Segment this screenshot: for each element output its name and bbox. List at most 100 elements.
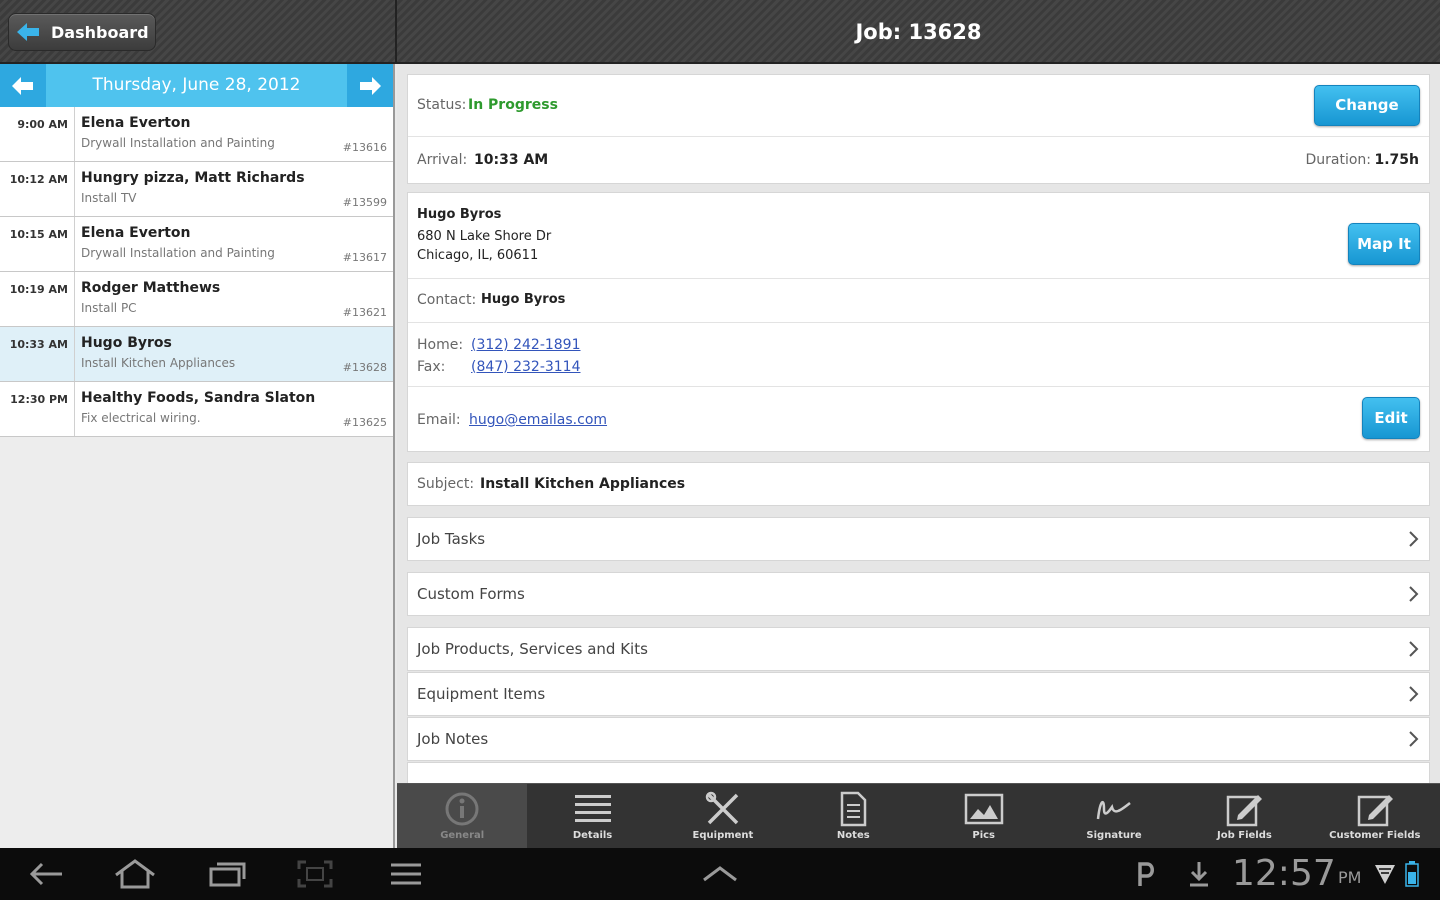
email-label: Email: bbox=[417, 412, 461, 428]
appointment-item[interactable]: 10:19 AM Rodger Matthews Install PC #136… bbox=[0, 272, 393, 327]
appointment-item[interactable]: 12:30 PM Healthy Foods, Sandra Slaton Fi… bbox=[0, 382, 393, 437]
job-products-row[interactable]: Job Products, Services and Kits bbox=[407, 627, 1430, 671]
appointment-number: #13625 bbox=[342, 416, 387, 429]
home-button[interactable] bbox=[110, 856, 160, 892]
contact-row: Contact: Hugo Byros bbox=[408, 279, 1429, 323]
appointment-customer: Hungry pizza, Matt Richards bbox=[81, 170, 305, 186]
appointment-item-selected[interactable]: 10:33 AM Hugo Byros Install Kitchen Appl… bbox=[0, 327, 393, 382]
tab-job-fields-label: Job Fields bbox=[1217, 830, 1272, 841]
appointment-info: Elena Everton Drywall Installation and P… bbox=[75, 217, 393, 271]
tab-general[interactable]: General bbox=[397, 784, 528, 848]
appointment-time: 10:33 AM bbox=[0, 327, 75, 381]
home-icon bbox=[115, 859, 155, 889]
tab-signature[interactable]: Signature bbox=[1049, 784, 1179, 848]
system-navigation-bar: 12:57 PM bbox=[0, 848, 1440, 900]
chevron-up-icon bbox=[703, 866, 737, 882]
appointment-number: #13621 bbox=[342, 306, 387, 319]
status-ampm: PM bbox=[1338, 868, 1362, 887]
tab-customer-fields-label: Customer Fields bbox=[1329, 830, 1421, 841]
duration-label: Duration: bbox=[1305, 152, 1371, 168]
status-clock[interactable]: 12:57 bbox=[1232, 848, 1336, 900]
document-icon bbox=[841, 791, 867, 827]
tab-pics-label: Pics bbox=[972, 830, 995, 841]
appointment-item[interactable]: 9:00 AM Elena Everton Drywall Installati… bbox=[0, 107, 393, 162]
contact-label: Contact: bbox=[417, 292, 477, 308]
tools-icon bbox=[705, 791, 739, 825]
contact-value: Hugo Byros bbox=[481, 292, 566, 307]
fax-phone-link[interactable]: (847) 232-3114 bbox=[471, 359, 581, 375]
address-row: Hugo Byros 680 N Lake Shore Dr Chicago, … bbox=[408, 193, 1429, 279]
appointment-number: #13599 bbox=[342, 196, 387, 209]
arrow-left-icon bbox=[12, 76, 33, 95]
recent-apps-icon bbox=[209, 862, 246, 887]
tab-details[interactable]: Details bbox=[527, 784, 657, 848]
screenshot-button[interactable] bbox=[292, 856, 338, 892]
partial-row[interactable] bbox=[407, 762, 1430, 784]
address-line-2: Chicago, IL, 60611 bbox=[417, 248, 539, 263]
email-row: Email: hugo@emailas.com Edit bbox=[408, 387, 1429, 453]
previous-day-button[interactable] bbox=[0, 64, 46, 107]
dashboard-back-button[interactable]: Dashboard bbox=[8, 13, 156, 51]
battery-icon bbox=[1400, 856, 1424, 892]
equipment-items-label: Equipment Items bbox=[417, 685, 546, 703]
fax-label: Fax: bbox=[417, 359, 446, 375]
home-phone-link[interactable]: (312) 242-1891 bbox=[471, 337, 581, 353]
schedule-date: Thursday, June 28, 2012 bbox=[92, 75, 301, 95]
home-label: Home: bbox=[417, 337, 464, 353]
change-status-button[interactable]: Change bbox=[1314, 85, 1420, 126]
subject-label: Subject: bbox=[417, 476, 475, 492]
appointment-info: Hungry pizza, Matt Richards Install TV #… bbox=[75, 162, 393, 216]
tab-equipment[interactable]: Equipment bbox=[658, 784, 788, 848]
custom-forms-row[interactable]: Custom Forms bbox=[407, 572, 1430, 616]
job-notes-label: Job Notes bbox=[417, 730, 489, 748]
customer-name: Hugo Byros bbox=[417, 207, 502, 222]
back-button[interactable] bbox=[24, 856, 70, 892]
appointment-info: Healthy Foods, Sandra Slaton Fix electri… bbox=[75, 382, 393, 436]
notification-expand-button[interactable] bbox=[698, 856, 742, 892]
tab-job-fields[interactable]: Job Fields bbox=[1179, 784, 1309, 848]
top-bar: Dashboard Job: 13628 bbox=[0, 0, 1440, 64]
edit-icon bbox=[1227, 795, 1263, 827]
schedule-panel: Thursday, June 28, 2012 9:00 AM Elena Ev… bbox=[0, 64, 395, 848]
appointment-time: 10:15 AM bbox=[0, 217, 75, 271]
address-line-1: 680 N Lake Shore Dr bbox=[417, 229, 552, 244]
arrow-right-icon bbox=[360, 76, 381, 95]
appointment-number: #13628 bbox=[342, 361, 387, 374]
status-card: Status: In Progress Change Arrival: 10:3… bbox=[407, 74, 1430, 184]
appointment-info: Rodger Matthews Install PC #13621 bbox=[75, 272, 393, 326]
tab-pics[interactable]: Pics bbox=[919, 784, 1049, 848]
tab-signature-label: Signature bbox=[1086, 830, 1142, 841]
appointment-customer: Rodger Matthews bbox=[81, 280, 221, 296]
recent-apps-button[interactable] bbox=[204, 856, 250, 892]
appointment-time: 9:00 AM bbox=[0, 107, 75, 161]
appointment-number: #13616 bbox=[342, 141, 387, 154]
status-label: Status: bbox=[417, 97, 467, 113]
screenshot-icon bbox=[297, 860, 333, 888]
next-day-button[interactable] bbox=[347, 64, 393, 107]
tab-customer-fields[interactable]: Customer Fields bbox=[1310, 784, 1440, 848]
phone-row: Home: (312) 242-1891 Fax: (847) 232-3114 bbox=[408, 323, 1429, 387]
back-arrow-icon bbox=[17, 23, 39, 41]
appointment-item[interactable]: 10:15 AM Elena Everton Drywall Installat… bbox=[0, 217, 393, 272]
menu-button[interactable] bbox=[384, 856, 428, 892]
job-tasks-row[interactable]: Job Tasks bbox=[407, 517, 1430, 561]
edit-contact-button[interactable]: Edit bbox=[1362, 397, 1420, 439]
subject-card: Subject: Install Kitchen Appliances bbox=[407, 462, 1430, 506]
appointment-customer: Elena Everton bbox=[81, 225, 191, 241]
tab-notes[interactable]: Notes bbox=[788, 784, 918, 848]
appointment-item[interactable]: 10:12 AM Hungry pizza, Matt Richards Ins… bbox=[0, 162, 393, 217]
map-it-button[interactable]: Map It bbox=[1348, 223, 1420, 265]
dashboard-label: Dashboard bbox=[51, 22, 149, 42]
download-icon bbox=[1184, 856, 1214, 892]
chevron-right-icon bbox=[1399, 531, 1429, 547]
equipment-items-row[interactable]: Equipment Items bbox=[407, 672, 1430, 716]
tab-details-label: Details bbox=[572, 830, 613, 841]
appointment-info: Hugo Byros Install Kitchen Appliances #1… bbox=[75, 327, 393, 381]
p-app-icon[interactable] bbox=[1130, 856, 1160, 892]
tab-general-label: General bbox=[440, 830, 485, 841]
email-link[interactable]: hugo@emailas.com bbox=[469, 412, 607, 428]
job-notes-row[interactable]: Job Notes bbox=[407, 717, 1430, 761]
appointment-customer: Hugo Byros bbox=[81, 335, 172, 351]
duration-value: 1.75h bbox=[1374, 152, 1419, 168]
custom-forms-label: Custom Forms bbox=[417, 585, 525, 603]
